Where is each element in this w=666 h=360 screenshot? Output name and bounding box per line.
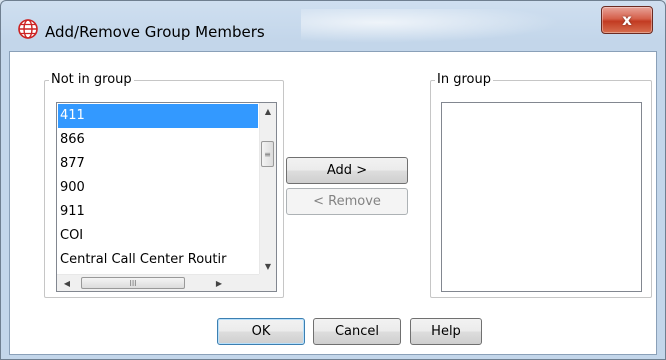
scroll-left-icon[interactable]: ◀ [59, 275, 75, 291]
dialog-window: Add/Remove Group Members x Not in group … [0, 0, 666, 360]
title-bar[interactable]: Add/Remove Group Members x [1, 1, 665, 51]
list-item[interactable]: 911 [58, 200, 258, 224]
not-in-group-items: 411 866 877 900 911 COI Central Call Center Ro… [58, 104, 258, 272]
horizontal-scrollbar[interactable]: ◀ III ▶ [57, 274, 259, 291]
not-in-group-list[interactable]: 411 866 877 900 911 COI Central Call Center Ro… [56, 102, 277, 292]
help-button[interactable]: Help [410, 318, 482, 345]
add-button[interactable]: Add > [286, 157, 408, 184]
horizontal-scroll-thumb[interactable]: III [81, 277, 185, 289]
scroll-up-icon[interactable]: ▲ [260, 103, 276, 120]
not-in-group-label: Not in group [49, 72, 134, 88]
vertical-scrollbar[interactable]: ▲ ≡ ▼ [259, 103, 276, 275]
globe-app-icon [18, 19, 38, 39]
grip-icon: III [129, 278, 137, 288]
scroll-right-icon[interactable]: ▶ [211, 275, 227, 291]
list-item[interactable]: 877 [58, 152, 258, 176]
vertical-scroll-thumb[interactable]: ≡ [261, 141, 274, 167]
list-item[interactable]: Central Call Center Routir [58, 248, 258, 272]
dialog-client-area: Not in group 411 866 877 900 911 COI Central C… [9, 51, 657, 355]
list-item[interactable]: 411 [58, 104, 258, 128]
title-bar-glass [301, 9, 561, 43]
list-item[interactable]: COI [58, 224, 258, 248]
cancel-button[interactable]: Cancel [313, 318, 401, 345]
dialog-title: Add/Remove Group Members [45, 23, 265, 41]
scrollbar-corner [259, 274, 276, 291]
scroll-down-icon[interactable]: ▼ [260, 258, 276, 275]
close-icon: x [622, 11, 632, 29]
not-in-group-groupbox: Not in group 411 866 877 900 911 COI Central C… [44, 72, 284, 298]
in-group-list[interactable] [441, 102, 642, 292]
remove-button[interactable]: < Remove [286, 188, 408, 215]
list-item[interactable]: 866 [58, 128, 258, 152]
in-group-label: In group [435, 72, 493, 88]
list-item[interactable]: 900 [58, 176, 258, 200]
in-group-groupbox: In group [430, 72, 652, 298]
ok-button[interactable]: OK [217, 318, 305, 345]
close-button[interactable]: x [601, 6, 653, 34]
grip-icon: ≡ [264, 149, 271, 159]
